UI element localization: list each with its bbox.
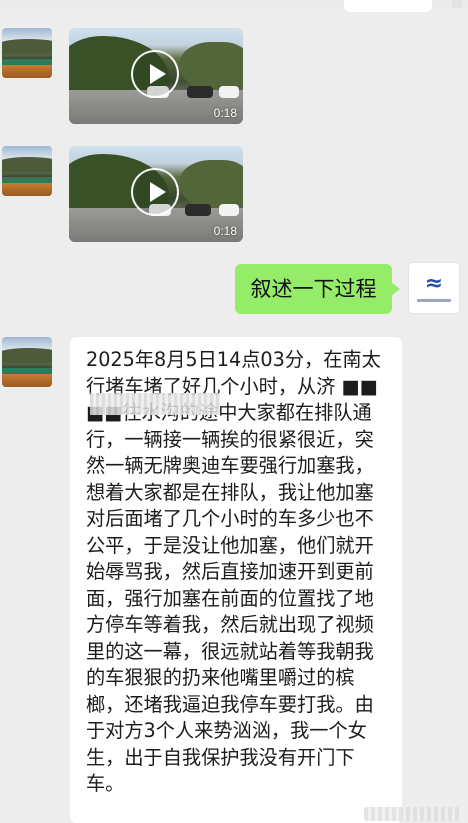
logo-icon: ≈ — [424, 271, 444, 296]
video-duration: 0:18 — [213, 224, 237, 238]
video-duration: 0:18 — [213, 106, 237, 120]
contact-avatar[interactable] — [2, 146, 52, 196]
play-icon[interactable] — [131, 50, 179, 98]
contact-avatar[interactable] — [2, 28, 52, 78]
video-message[interactable]: 0:18 — [69, 28, 243, 124]
previous-avatar — [452, 0, 462, 8]
my-avatar[interactable]: ≈ — [408, 262, 460, 314]
previous-message-bubble — [344, 0, 432, 12]
play-icon[interactable] — [131, 168, 179, 216]
my-message-bubble[interactable]: 叙述一下过程 — [235, 264, 400, 314]
video-message[interactable]: 0:18 — [69, 146, 243, 242]
redacted-text — [90, 393, 220, 415]
watermark — [364, 807, 462, 821]
contact-avatar[interactable] — [2, 337, 52, 387]
